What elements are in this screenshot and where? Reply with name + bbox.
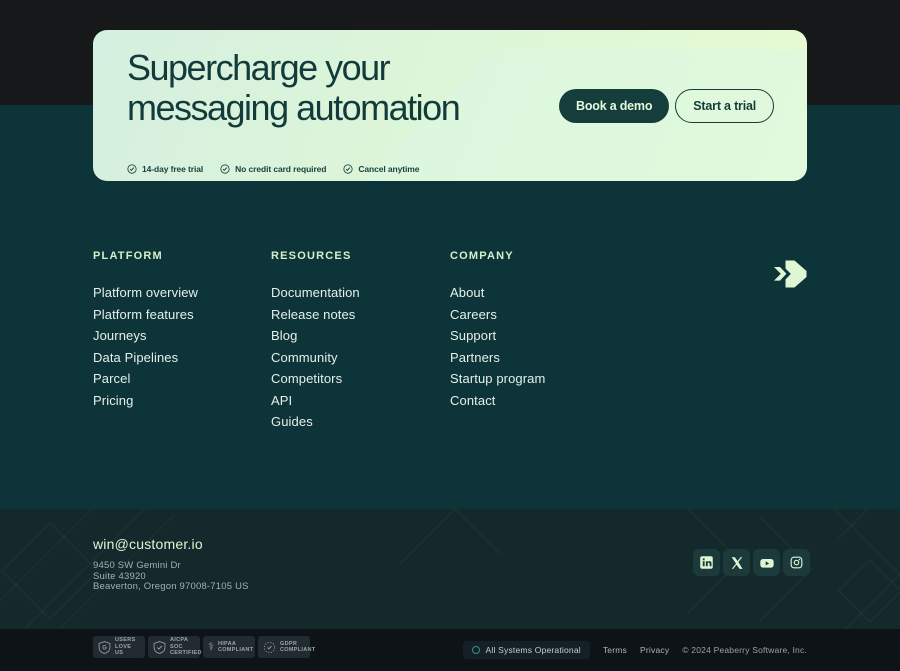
youtube-icon[interactable] — [753, 549, 780, 576]
social-links — [693, 549, 810, 576]
cta-bullet-label: Cancel anytime — [358, 164, 419, 174]
cta-bullet-list: 14-day free trial No credit card require… — [127, 164, 419, 174]
footer-link-about[interactable]: About — [450, 285, 484, 300]
badge-label: AICPA SOCCERTIFIED — [170, 637, 202, 657]
start-a-trial-button[interactable]: Start a trial — [675, 89, 774, 123]
cta-heading: Supercharge your messaging automation — [127, 48, 459, 128]
footer-link-list: About Careers Support Partners Startup p… — [450, 284, 545, 413]
contact-email-link[interactable]: win@customer.io — [93, 536, 203, 552]
footer-column-company: COMPANY About Careers Support Partners S… — [450, 250, 545, 413]
footer-link-guides[interactable]: Guides — [271, 414, 313, 429]
footer-column-title: PLATFORM — [93, 250, 198, 262]
copyright-text: © 2024 Peaberry Software, Inc. — [682, 645, 807, 655]
cta-heading-line2: messaging automation — [127, 88, 459, 128]
footer-link-startup-program[interactable]: Startup program — [450, 371, 545, 386]
check-circle-icon — [127, 164, 137, 174]
address-line: 9450 SW Gemini Dr — [93, 561, 249, 572]
footer-link-blog[interactable]: Blog — [271, 328, 297, 343]
footer-link-list: Platform overview Platform features Jour… — [93, 284, 198, 413]
badge-label: USERSLOVE US — [115, 637, 140, 657]
badge-g2-users-love-us: G USERSLOVE US — [93, 636, 145, 658]
status-label: All Systems Operational — [486, 645, 581, 655]
check-circle-icon — [343, 164, 353, 174]
caduceus-icon: ⚕ — [208, 642, 214, 653]
footer-link-competitors[interactable]: Competitors — [271, 371, 342, 386]
book-a-demo-button[interactable]: Book a demo — [559, 89, 669, 123]
footer-link-pricing[interactable]: Pricing — [93, 393, 133, 408]
footer-link-api[interactable]: API — [271, 393, 292, 408]
footer-link-list: Documentation Release notes Blog Communi… — [271, 284, 360, 435]
footer-column-resources: RESOURCES Documentation Release notes Bl… — [271, 250, 360, 435]
system-status-pill[interactable]: All Systems Operational — [463, 641, 590, 659]
footer-link-parcel[interactable]: Parcel — [93, 371, 130, 386]
contact-address: 9450 SW Gemini Dr Suite 43920 Beaverton,… — [93, 561, 249, 593]
footer-link-documentation[interactable]: Documentation — [271, 285, 360, 300]
cta-bullet: No credit card required — [220, 164, 326, 174]
customerio-logo-icon[interactable] — [773, 257, 807, 291]
terms-link[interactable]: Terms — [603, 645, 627, 655]
footer-column-platform: PLATFORM Platform overview Platform feat… — [93, 250, 198, 413]
address-line: Beaverton, Oregon 97008-7105 US — [93, 582, 249, 593]
cta-bullet-label: 14-day free trial — [142, 164, 203, 174]
badge-label: GDPRCOMPLIANT — [280, 641, 315, 654]
footer-link-partners[interactable]: Partners — [450, 350, 500, 365]
badge-hipaa: ⚕ HIPAACOMPLIANT — [203, 636, 255, 658]
privacy-link[interactable]: Privacy — [640, 645, 669, 655]
footer-link-community[interactable]: Community — [271, 350, 338, 365]
footer-link-platform-features[interactable]: Platform features — [93, 307, 194, 322]
svg-text:G: G — [102, 645, 107, 651]
instagram-icon[interactable] — [783, 549, 810, 576]
footer-link-release-notes[interactable]: Release notes — [271, 307, 355, 322]
footer-link-careers[interactable]: Careers — [450, 307, 497, 322]
cta-bullet: Cancel anytime — [343, 164, 419, 174]
x-twitter-icon[interactable] — [723, 549, 750, 576]
footer-column-title: RESOURCES — [271, 250, 360, 262]
footer-link-platform-overview[interactable]: Platform overview — [93, 285, 198, 300]
footer-link-contact[interactable]: Contact — [450, 393, 496, 408]
shield-check-icon — [153, 641, 166, 654]
status-ring-icon — [472, 646, 480, 654]
footer-link-journeys[interactable]: Journeys — [93, 328, 147, 343]
badge-label: HIPAACOMPLIANT — [218, 641, 253, 654]
badge-aicpa-soc: AICPA SOCCERTIFIED — [148, 636, 200, 658]
cta-heading-line1: Supercharge your — [127, 48, 459, 88]
g2-logo-icon: G — [98, 641, 111, 654]
cta-bullet: 14-day free trial — [127, 164, 203, 174]
stars-circle-icon — [263, 641, 276, 654]
linkedin-icon[interactable] — [693, 549, 720, 576]
cta-bullet-label: No credit card required — [235, 164, 326, 174]
legal-links-row: All Systems Operational Terms Privacy © … — [463, 629, 807, 671]
compliance-badges: G USERSLOVE US AICPA SOCCERTIFIED ⚕ HIPA… — [93, 636, 310, 658]
cta-button-group: Book a demo Start a trial — [559, 89, 774, 123]
badge-gdpr: GDPRCOMPLIANT — [258, 636, 310, 658]
cta-card: Supercharge your messaging automation 14… — [93, 30, 807, 181]
check-circle-icon — [220, 164, 230, 174]
footer-link-data-pipelines[interactable]: Data Pipelines — [93, 350, 178, 365]
footer-link-support[interactable]: Support — [450, 328, 496, 343]
footer-column-title: COMPANY — [450, 250, 545, 262]
